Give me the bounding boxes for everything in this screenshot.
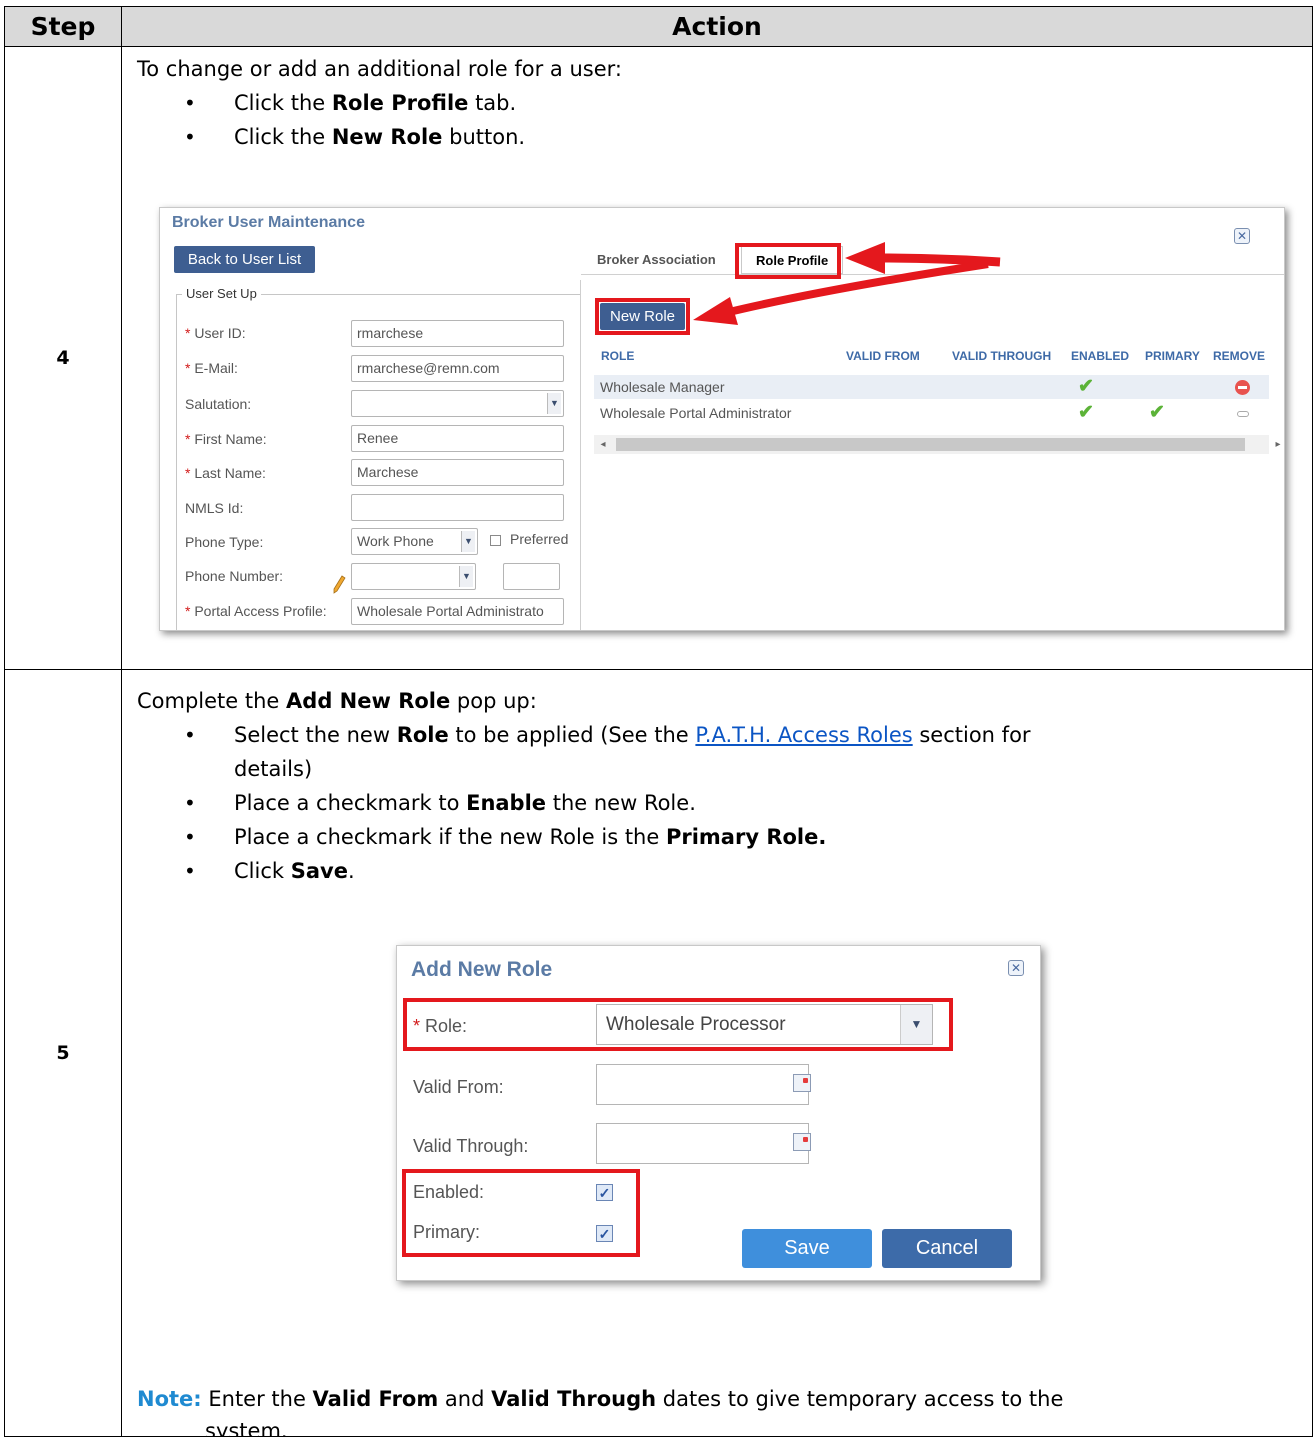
chevron-down-icon[interactable]: ▼ bbox=[547, 393, 561, 414]
calendar-icon[interactable] bbox=[793, 1074, 811, 1092]
broker-user-maintenance-window: Broker User Maintenance ✕ Back to User L… bbox=[159, 207, 1285, 631]
note: Note: Enter the Valid From and Valid Thr… bbox=[137, 1387, 1064, 1437]
phone-number-select[interactable]: ▼ bbox=[351, 563, 476, 590]
step-number-4: 4 bbox=[4, 46, 122, 670]
step4-bullet-new-role: Click the New Role button. bbox=[184, 120, 525, 154]
window-title: Broker User Maintenance bbox=[172, 214, 365, 231]
valid-through-label: Valid Through: bbox=[413, 1136, 529, 1156]
fieldset-legend: User Set Up bbox=[182, 286, 261, 301]
step-number-5: 5 bbox=[4, 669, 122, 1437]
back-to-user-list-button[interactable]: Back to User List bbox=[174, 246, 315, 273]
label-phone-type: Phone Type: bbox=[185, 534, 264, 550]
close-icon[interactable]: ✕ bbox=[1008, 960, 1024, 976]
scrollbar-thumb[interactable] bbox=[616, 438, 1245, 451]
pencil-icon[interactable] bbox=[333, 575, 346, 595]
note-label: Note: bbox=[137, 1387, 202, 1411]
role-name: Wholesale Manager bbox=[600, 379, 725, 395]
highlight-new-role-button bbox=[595, 298, 690, 335]
label-last-name: * Last Name: bbox=[185, 465, 266, 481]
scroll-right-icon[interactable]: ▸ bbox=[1271, 435, 1284, 454]
column-header-role[interactable]: ROLE bbox=[601, 349, 634, 363]
column-header-valid-through[interactable]: VALID THROUGH bbox=[952, 349, 1051, 363]
tab-broker-association[interactable]: Broker Association bbox=[583, 246, 730, 274]
table-row[interactable]: Wholesale Portal Administrator ✔ ✔ bbox=[594, 401, 1269, 425]
valid-through-field[interactable] bbox=[596, 1123, 809, 1164]
header-step: Step bbox=[4, 6, 122, 47]
salutation-select[interactable]: ▼ bbox=[351, 390, 564, 417]
remove-icon[interactable] bbox=[1235, 380, 1250, 395]
column-header-remove[interactable]: REMOVE bbox=[1213, 349, 1265, 363]
last-name-field[interactable]: Marchese bbox=[351, 459, 564, 486]
nmls-id-field[interactable] bbox=[351, 494, 564, 521]
preferred-checkbox[interactable] bbox=[490, 535, 501, 546]
path-access-roles-link[interactable]: P.A.T.H. Access Roles bbox=[695, 723, 912, 747]
tab-strip bbox=[581, 274, 1284, 275]
step5-bullet-primary: Place a checkmark if the new Role is the… bbox=[184, 820, 1264, 854]
add-new-role-dialog: Add New Role ✕ * Role: Wholesale Process… bbox=[396, 945, 1041, 1281]
preferred-label: Preferred bbox=[510, 531, 569, 547]
chevron-down-icon[interactable]: ▼ bbox=[459, 566, 473, 587]
step5-intro: Complete the Add New Role pop up: bbox=[137, 689, 537, 713]
role-name: Wholesale Portal Administrator bbox=[600, 405, 792, 421]
pane-divider bbox=[580, 280, 581, 630]
highlight-role-field bbox=[403, 998, 953, 1051]
column-header-primary[interactable]: PRIMARY bbox=[1145, 349, 1200, 363]
phone-number-field[interactable] bbox=[503, 563, 560, 590]
step5-bullet-save: Click Save. bbox=[184, 854, 1264, 888]
save-button[interactable]: Save bbox=[742, 1229, 872, 1268]
highlight-role-profile-tab bbox=[735, 243, 841, 279]
label-email: * E-Mail: bbox=[185, 360, 238, 376]
check-icon: ✔ bbox=[1078, 376, 1094, 397]
user-id-field[interactable]: rmarchese bbox=[351, 320, 564, 347]
header-action: Action bbox=[121, 6, 1313, 47]
step4-intro: To change or add an additional role for … bbox=[137, 57, 622, 81]
check-icon: ✔ bbox=[1149, 402, 1165, 423]
step4-bullet-role-profile: Click the Role Profile tab. bbox=[184, 86, 525, 120]
email-field[interactable]: rmarchese@remn.com bbox=[351, 355, 564, 382]
label-portal-access-profile: * Portal Access Profile: bbox=[185, 603, 327, 619]
calendar-icon[interactable] bbox=[793, 1133, 811, 1151]
valid-from-label: Valid From: bbox=[413, 1077, 504, 1097]
first-name-field[interactable]: Renee bbox=[351, 425, 564, 452]
scroll-left-icon[interactable]: ◂ bbox=[596, 435, 610, 454]
label-salutation: Salutation: bbox=[185, 396, 252, 412]
portal-access-profile-field[interactable]: Wholesale Portal Administrato bbox=[351, 598, 564, 625]
horizontal-scrollbar[interactable]: ◂ bbox=[594, 435, 1269, 454]
dialog-title: Add New Role bbox=[411, 958, 553, 981]
label-first-name: * First Name: bbox=[185, 431, 267, 447]
label-nmls-id: NMLS Id: bbox=[185, 500, 244, 516]
check-icon: ✔ bbox=[1078, 402, 1094, 423]
close-icon[interactable]: ✕ bbox=[1234, 228, 1250, 244]
phone-type-select[interactable]: Work Phone ▼ bbox=[351, 528, 478, 555]
highlight-enabled-primary bbox=[402, 1169, 640, 1257]
cancel-button[interactable]: Cancel bbox=[882, 1229, 1012, 1268]
step5-bullets: Select the new Role to be applied (See t… bbox=[184, 718, 1264, 888]
column-header-valid-from[interactable]: VALID FROM bbox=[846, 349, 920, 363]
step5-bullet-enable: Place a checkmark to Enable the new Role… bbox=[184, 786, 1264, 820]
label-user-id: * User ID: bbox=[185, 325, 246, 341]
column-header-enabled[interactable]: ENABLED bbox=[1071, 349, 1129, 363]
step4-bullets: Click the Role Profile tab. Click the Ne… bbox=[184, 86, 525, 154]
valid-from-field[interactable] bbox=[596, 1064, 809, 1105]
step5-bullet-select-role: Select the new Role to be applied (See t… bbox=[184, 718, 1264, 786]
chevron-down-icon[interactable]: ▼ bbox=[461, 531, 475, 552]
table-row[interactable]: Wholesale Manager ✔ bbox=[594, 375, 1269, 399]
remove-icon bbox=[1237, 411, 1249, 417]
label-phone-number: Phone Number: bbox=[185, 568, 284, 584]
